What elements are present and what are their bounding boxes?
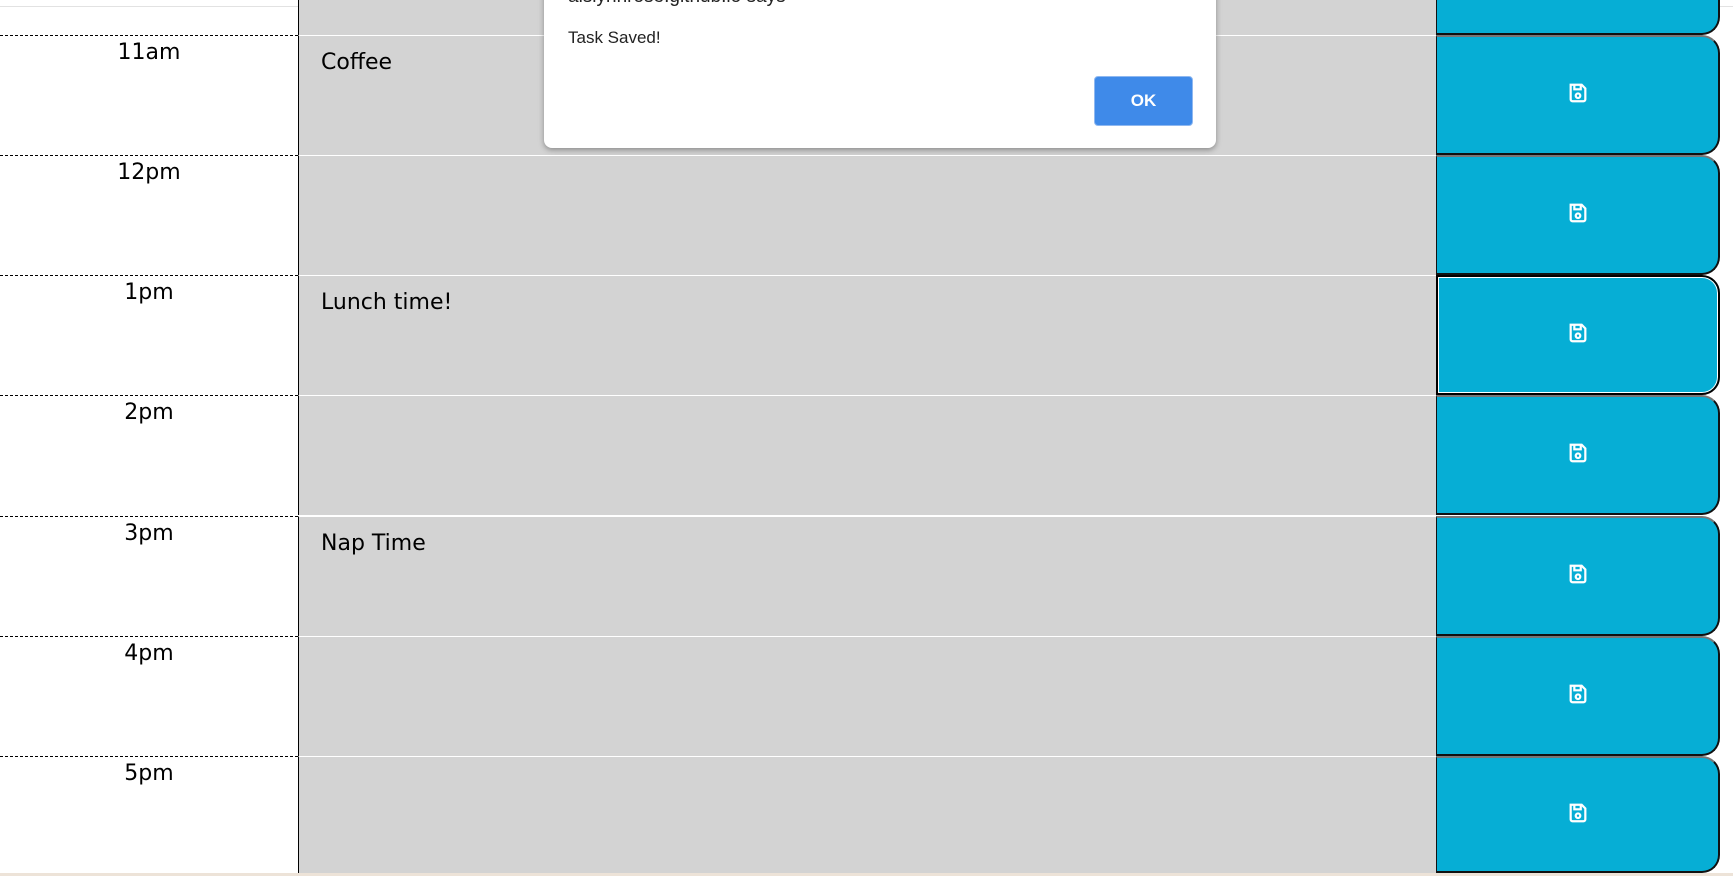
floppy-disk-icon [1567, 802, 1589, 828]
save-button[interactable] [1436, 516, 1720, 636]
time-block-row: 2pm [0, 395, 1733, 515]
hour-label: 1pm [0, 275, 298, 395]
floppy-disk-icon [1567, 322, 1589, 348]
floppy-disk-icon [1567, 442, 1589, 468]
hour-label: 5pm [0, 756, 298, 873]
time-block-row: 5pm [0, 756, 1733, 873]
hour-label: 4pm [0, 636, 298, 756]
hour-label: 11am [0, 35, 298, 155]
floppy-disk-icon [1567, 82, 1589, 108]
save-button[interactable] [1436, 155, 1720, 275]
time-block-row: 3pm Nap Time [0, 516, 1733, 636]
time-block-row: 1pm Lunch time! [0, 275, 1733, 395]
time-block-row: 12pm [0, 155, 1733, 275]
dialog-message: Task Saved! [568, 28, 661, 47]
hour-label: 3pm [0, 516, 298, 636]
task-textarea[interactable] [298, 636, 1436, 756]
task-textarea[interactable] [298, 756, 1436, 873]
alert-dialog: aislynnrose.github.io says Task Saved! O… [544, 0, 1216, 148]
hour-label [0, 0, 298, 35]
task-textarea[interactable]: Nap Time [298, 516, 1436, 636]
save-button[interactable] [1436, 756, 1720, 873]
ok-button[interactable]: OK [1094, 76, 1193, 126]
task-textarea[interactable]: Lunch time! [298, 275, 1436, 395]
save-button[interactable] [1436, 35, 1720, 155]
save-button[interactable] [1436, 0, 1720, 35]
save-button[interactable] [1436, 636, 1720, 756]
floppy-disk-icon [1567, 563, 1589, 589]
task-textarea[interactable] [298, 395, 1436, 515]
save-button[interactable] [1436, 395, 1720, 515]
dialog-origin: aislynnrose.github.io says [568, 0, 786, 8]
floppy-disk-icon [1567, 683, 1589, 709]
time-block-row: 4pm [0, 636, 1733, 756]
task-textarea[interactable] [298, 155, 1436, 275]
floppy-disk-icon [1567, 202, 1589, 228]
hour-label: 2pm [0, 395, 298, 515]
hour-label: 12pm [0, 155, 298, 275]
save-button[interactable] [1436, 275, 1720, 395]
